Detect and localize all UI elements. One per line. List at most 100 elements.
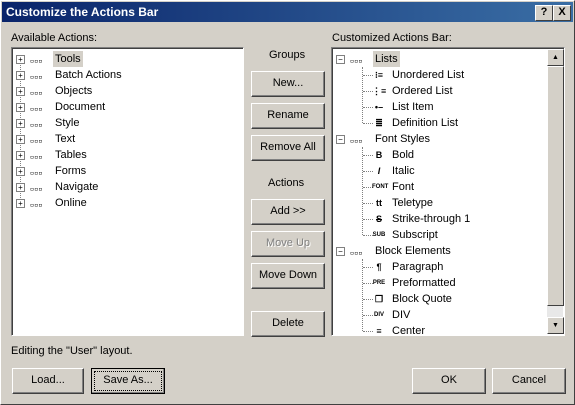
group-icon: ▫▫▫ xyxy=(30,201,43,209)
font-icon: FONT xyxy=(372,184,389,190)
tree-node-group[interactable]: + ▫▫▫ Style xyxy=(12,115,241,131)
expand-icon[interactable]: + xyxy=(16,151,25,160)
tree-node-label: Document xyxy=(55,101,106,113)
tree-node-group[interactable]: + ▫▫▫ Tables xyxy=(12,147,241,163)
customized-actions-label: Customized Actions Bar: xyxy=(332,32,452,44)
expand-icon[interactable]: + xyxy=(16,199,25,208)
load-button[interactable]: Load... xyxy=(12,368,84,394)
expand-icon[interactable]: + xyxy=(16,71,25,80)
tree-node-action[interactable]: S Strike-through 1 xyxy=(332,211,545,227)
tree-node-label: Style xyxy=(55,117,80,129)
move-up-button[interactable]: Move Up xyxy=(251,231,325,257)
strikethrough-icon: S xyxy=(375,214,382,224)
tree-node-label: Objects xyxy=(55,85,93,97)
tree-node-action[interactable]: DIV DIV xyxy=(332,307,545,323)
italic-icon: I xyxy=(377,166,381,176)
tree-node-group[interactable]: + ▫▫▫ Online xyxy=(12,195,241,211)
expand-icon[interactable]: + xyxy=(16,135,25,144)
tree-node-group[interactable]: + ▫▫▫ Text xyxy=(12,131,241,147)
delete-action-button[interactable]: Delete xyxy=(251,311,325,337)
expand-icon[interactable]: + xyxy=(16,119,25,128)
customized-actions-tree[interactable]: ▲ ▼ − ▫▫▫ Lists ⁝≡ Unordered List ⋮≡ Ordered L… xyxy=(331,47,565,336)
tree-node-action[interactable]: FONT Font xyxy=(332,179,545,195)
close-button[interactable]: X xyxy=(553,5,571,21)
tree-node-action[interactable]: ⋮≡ Ordered List xyxy=(332,83,545,99)
tree-node-group[interactable]: − ▫▫▫ Font Styles xyxy=(332,131,545,147)
help-button[interactable]: ? xyxy=(535,5,553,21)
customize-actions-dialog: Customize the Actions Bar ? X Available … xyxy=(0,0,575,405)
tree-node-label: Paragraph xyxy=(392,261,444,273)
tree-node-group[interactable]: + ▫▫▫ Navigate xyxy=(12,179,241,195)
groups-label: Groups xyxy=(269,49,306,61)
tree-node-label: Font Styles xyxy=(375,133,431,145)
new-group-button[interactable]: New... xyxy=(251,71,325,97)
scroll-up-arrow-icon[interactable]: ▲ xyxy=(547,49,564,66)
scroll-down-arrow-icon[interactable]: ▼ xyxy=(547,317,564,334)
tree-node-group[interactable]: + ▫▫▫ Batch Actions xyxy=(12,67,241,83)
window-title: Customize the Actions Bar xyxy=(6,5,159,19)
preformatted-icon: PRE xyxy=(372,280,386,286)
tree-node-label: Subscript xyxy=(392,229,438,241)
expand-icon[interactable]: + xyxy=(16,183,25,192)
tree-node-label: Online xyxy=(55,197,87,209)
expand-icon[interactable]: + xyxy=(16,103,25,112)
list-item-icon: •– xyxy=(374,102,384,112)
ok-button[interactable]: OK xyxy=(412,368,486,394)
tree-node-label: Block Elements xyxy=(375,245,451,257)
add-action-button[interactable]: Add >> xyxy=(251,199,325,225)
tree-node-label: Strike-through 1 xyxy=(392,213,471,225)
tree-node-action[interactable]: ≡ Center xyxy=(332,323,545,336)
expand-icon[interactable]: + xyxy=(16,55,25,64)
save-as-button[interactable]: Save As... xyxy=(91,368,165,394)
actions-label: Actions xyxy=(268,177,305,189)
tree-node-action[interactable]: •– List Item xyxy=(332,99,545,115)
vertical-scrollbar[interactable]: ▲ ▼ xyxy=(547,49,564,334)
expand-icon[interactable]: + xyxy=(16,167,25,176)
paragraph-icon: ¶ xyxy=(376,262,382,272)
tree-node-group[interactable]: + ▫▫▫ Objects xyxy=(12,83,241,99)
div-icon: DIV xyxy=(373,312,384,318)
tree-node-group[interactable]: + ▫▫▫ Forms xyxy=(12,163,241,179)
collapse-icon[interactable]: − xyxy=(336,247,345,256)
tree-node-label: Font xyxy=(392,181,415,193)
tree-node-label: Forms xyxy=(55,165,87,177)
tree-node-group[interactable]: − ▫▫▫ Lists xyxy=(332,51,545,67)
expand-icon[interactable]: + xyxy=(16,87,25,96)
center-icon: ≡ xyxy=(376,326,382,336)
tree-node-action[interactable]: B Bold xyxy=(332,147,545,163)
cancel-button[interactable]: Cancel xyxy=(492,368,566,394)
tree-node-action[interactable]: tt Teletype xyxy=(332,195,545,211)
ordered-list-icon: ⋮≡ xyxy=(372,86,387,96)
tree-node-label: Block Quote xyxy=(392,293,452,305)
remove-all-button[interactable]: Remove All xyxy=(251,135,325,161)
subscript-icon: SUB xyxy=(372,232,386,238)
tree-node-action[interactable]: PRE Preformatted xyxy=(332,275,545,291)
tree-node-action[interactable]: ❐ Block Quote xyxy=(332,291,545,307)
tree-node-label: Tools xyxy=(53,51,83,67)
tree-node-label: Preformatted xyxy=(392,277,456,289)
tree-node-label: Center xyxy=(392,325,426,336)
tree-node-group[interactable]: + ▫▫▫ Tools xyxy=(12,51,241,67)
tree-node-label: Ordered List xyxy=(392,85,453,97)
tree-node-label: Tables xyxy=(55,149,87,161)
tree-node-group[interactable]: + ▫▫▫ Document xyxy=(12,99,241,115)
scrollbar-thumb[interactable] xyxy=(547,66,564,306)
tree-node-action[interactable]: I Italic xyxy=(332,163,545,179)
rename-group-button[interactable]: Rename xyxy=(251,103,325,129)
tree-node-label: Unordered List xyxy=(392,69,465,81)
tree-node-label: Text xyxy=(55,133,76,145)
tree-node-group[interactable]: − ▫▫▫ Block Elements xyxy=(332,243,545,259)
tree-node-action[interactable]: ⁝≡ Unordered List xyxy=(332,67,545,83)
tree-node-action[interactable]: ≣ Definition List xyxy=(332,115,545,131)
tree-node-action[interactable]: ¶ Paragraph xyxy=(332,259,545,275)
definition-list-icon: ≣ xyxy=(375,118,383,128)
tree-node-label: Batch Actions xyxy=(55,69,122,81)
tree-node-label: DIV xyxy=(392,309,411,321)
collapse-icon[interactable]: − xyxy=(336,55,345,64)
tree-node-label: Navigate xyxy=(55,181,99,193)
collapse-icon[interactable]: − xyxy=(336,135,345,144)
tree-node-action[interactable]: SUB Subscript xyxy=(332,227,545,243)
available-actions-tree[interactable]: + ▫▫▫ Tools + ▫▫▫ Batch Actions + ▫▫▫ Objects + ▫▫… xyxy=(11,47,244,336)
move-down-button[interactable]: Move Down xyxy=(251,263,325,289)
tree-node-label: Italic xyxy=(392,165,415,177)
